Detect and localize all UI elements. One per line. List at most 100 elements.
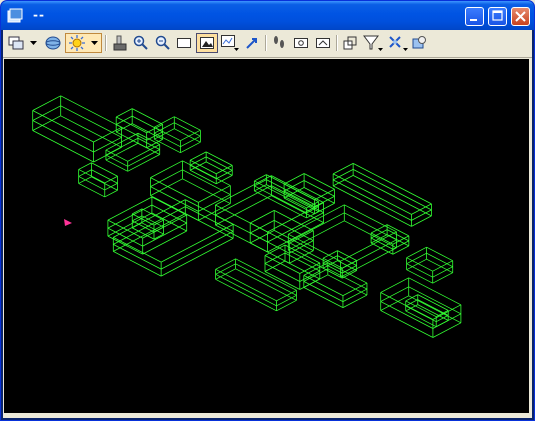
wireframe-edge <box>116 116 147 134</box>
title-bar[interactable]: -- <box>1 1 534 30</box>
view-layout-button[interactable] <box>6 33 26 53</box>
wireframe-edge <box>254 174 267 182</box>
display-style-icon <box>389 36 408 51</box>
wireframe-edge <box>432 322 462 338</box>
wireframe-edge <box>303 287 344 309</box>
wireframe-edge <box>254 184 267 192</box>
wireframe-edge <box>60 115 122 148</box>
zoom-in-button[interactable] <box>131 33 151 53</box>
wireframe-edge <box>180 135 201 148</box>
wireframe-edge <box>153 233 164 240</box>
wireframe-edge <box>327 268 368 290</box>
wireframe-edge <box>180 141 201 154</box>
wireframe-edge <box>154 132 181 148</box>
wireframe-edge <box>303 281 344 303</box>
wireframe-edge <box>436 315 449 323</box>
render-button[interactable] <box>409 33 429 53</box>
wireframe-edge <box>276 299 297 312</box>
wireframe-edge <box>432 266 453 278</box>
wireframe-edge <box>406 252 427 265</box>
close-button[interactable] <box>511 7 530 26</box>
minimize-button[interactable] <box>465 7 484 26</box>
window-title: -- <box>33 8 45 22</box>
filter-icon <box>363 35 383 51</box>
wireframe-edge <box>342 294 368 309</box>
camera-front-icon <box>294 38 308 48</box>
wireframe-edge <box>198 203 231 221</box>
wireframe-edge <box>189 151 207 161</box>
wireframe-edge <box>370 242 394 255</box>
wireframe-edge <box>426 246 453 262</box>
wireframe-edge <box>426 258 453 274</box>
wireframe-edge <box>78 176 105 191</box>
view-layout-dropdown[interactable] <box>28 33 38 53</box>
view-settings-button[interactable] <box>219 33 241 53</box>
wireframe-edge <box>264 252 286 264</box>
wireframe-edge <box>432 260 453 272</box>
display-style-button[interactable] <box>387 33 411 53</box>
wireframe-edge <box>215 273 277 307</box>
wireframe-model <box>32 95 462 338</box>
camera-back-icon <box>316 38 330 48</box>
wireframe-edge <box>127 149 160 167</box>
wireframe-edge <box>288 220 345 251</box>
wireframe-edge <box>332 162 354 175</box>
globe-icon <box>45 36 61 50</box>
wireframe-edge <box>91 169 118 184</box>
clip-volume-button[interactable] <box>340 33 360 53</box>
filter-button[interactable] <box>362 33 386 53</box>
rotate-view-button[interactable] <box>242 33 262 53</box>
wireframe-edge <box>215 204 268 233</box>
window-frame <box>3 30 532 418</box>
zoom-in-icon <box>133 35 148 50</box>
wireframe-edge <box>352 174 432 217</box>
wireframe-edge <box>174 128 201 143</box>
wireframe-edge <box>235 258 297 291</box>
model-viewport[interactable] <box>4 59 529 413</box>
wireframe-edge <box>127 154 160 172</box>
wireframe-edge <box>160 230 234 270</box>
wireframe-edge <box>174 122 201 137</box>
globe-button[interactable] <box>42 33 64 53</box>
fit-view-button[interactable] <box>196 33 218 53</box>
wireframe-edge <box>406 246 427 259</box>
clip-volume-icon <box>343 36 357 50</box>
wireframe-edge <box>60 105 122 138</box>
wireframe-edge <box>337 250 357 261</box>
wireframe-edge <box>78 183 105 198</box>
wireframe-edge <box>254 180 307 209</box>
camera-back-button[interactable] <box>313 33 333 53</box>
zoom-out-button[interactable] <box>153 33 173 53</box>
wireframe-edge <box>271 195 324 223</box>
wireframe-edge <box>154 122 175 134</box>
wireframe-edge <box>288 249 341 278</box>
lighting-button[interactable] <box>65 33 102 53</box>
wireframe-edge <box>137 142 160 155</box>
toolbar <box>3 30 532 58</box>
wireframe-edge <box>417 299 449 316</box>
window-area-button[interactable] <box>174 33 194 53</box>
wireframe-edge <box>405 305 437 323</box>
wireframe-edge <box>306 206 319 214</box>
wireframe-edge <box>405 294 418 302</box>
print-button[interactable] <box>110 33 130 53</box>
wireframe-edge <box>151 196 187 216</box>
wireframe-edge <box>411 215 432 227</box>
view-settings-icon <box>221 35 239 51</box>
walk-button[interactable] <box>269 33 289 53</box>
wireframe-edge <box>352 168 432 211</box>
camera-front-button[interactable] <box>291 33 311 53</box>
wireframe-edge <box>276 294 297 307</box>
wireframe-edge <box>105 159 128 172</box>
wireframe-edge <box>150 178 183 196</box>
maximize-button[interactable] <box>488 7 507 26</box>
wireframe-edge <box>116 123 133 133</box>
wireframe-edge <box>303 173 335 190</box>
wireframe-edge <box>141 208 164 221</box>
wireframe-edge <box>411 209 432 221</box>
wireframe-edge <box>250 210 275 224</box>
wireframe-edge <box>303 187 335 204</box>
wireframe-edge <box>386 234 410 247</box>
wireframe-edge <box>332 174 354 187</box>
wireframe-edge <box>332 185 412 227</box>
